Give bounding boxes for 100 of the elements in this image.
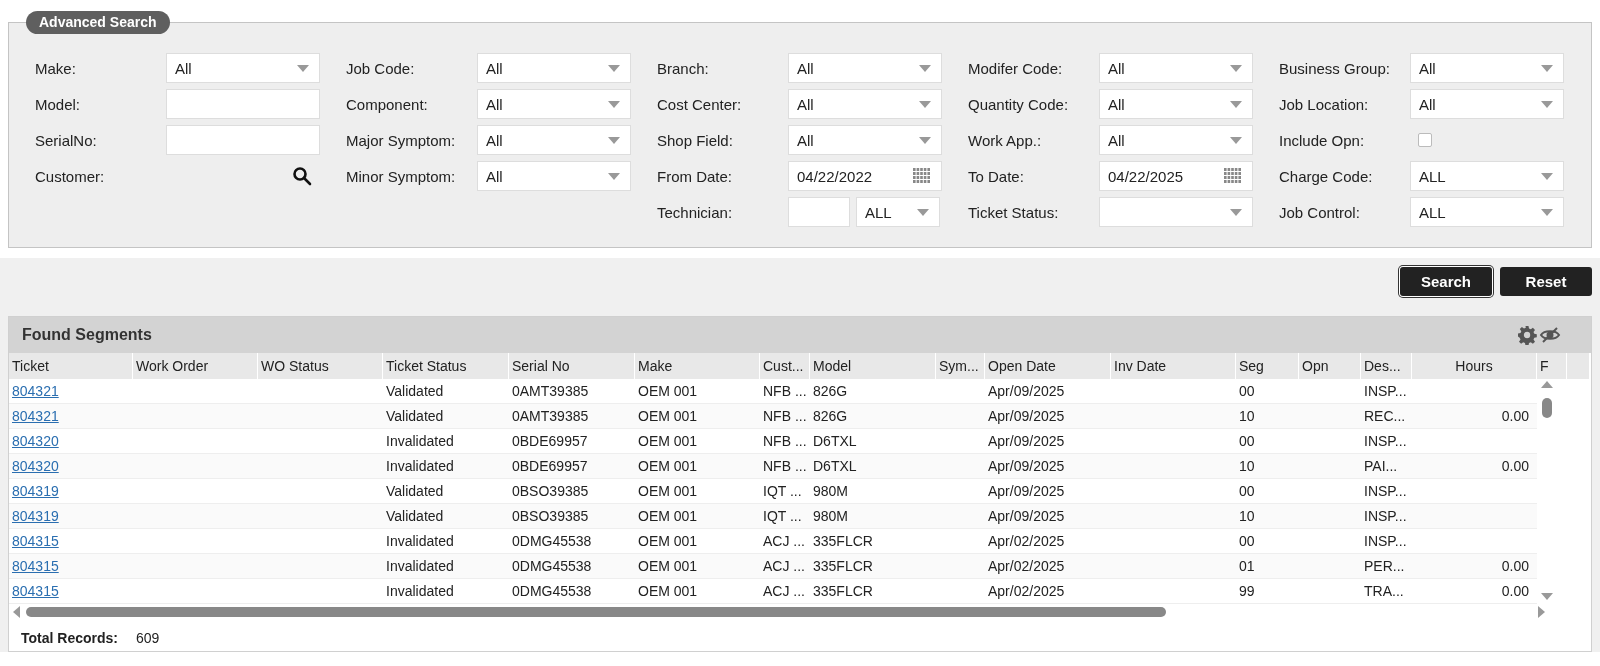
dropdown[interactable]: All: [788, 125, 942, 155]
caret-icon: [608, 136, 620, 144]
settings-icon[interactable]: [1517, 325, 1537, 345]
scroll-right-icon[interactable]: [1538, 606, 1545, 618]
search-icon[interactable]: [292, 166, 312, 186]
ticket-link[interactable]: 804320: [12, 433, 59, 449]
table-cell-text: ACJ ...: [762, 582, 806, 601]
table-cell-text: INSP...: [1363, 382, 1408, 401]
ticket-link[interactable]: 804315: [12, 558, 59, 574]
dropdown[interactable]: All: [788, 89, 942, 119]
table-cell-text: 00: [1238, 382, 1256, 401]
scroll-down-icon[interactable]: [1541, 593, 1553, 600]
field-label: Shop Field:: [657, 130, 734, 150]
ticket-link[interactable]: 804319: [12, 508, 59, 524]
table-cell-text: 0DMG45538: [511, 532, 593, 551]
table-cell-text: INSP...: [1363, 482, 1408, 501]
field-label: Work App.:: [968, 130, 1043, 150]
column-header[interactable]: Open Date: [985, 353, 1111, 379]
column-header[interactable]: Cust...: [760, 353, 810, 379]
ticket-link[interactable]: 804320: [12, 458, 59, 474]
ticket-link[interactable]: 804315: [12, 533, 59, 549]
scrollbar-thumb[interactable]: [1542, 398, 1552, 418]
dropdown[interactable]: All: [1099, 53, 1253, 83]
caret-icon: [1230, 208, 1242, 216]
input-field[interactable]: [788, 197, 850, 227]
field-label: Make:: [35, 58, 77, 78]
dropdown[interactable]: ALL: [856, 197, 940, 227]
input-field[interactable]: [166, 125, 320, 155]
dropdown[interactable]: ALL: [1410, 161, 1564, 191]
table-cell-text: 0.00: [1500, 407, 1530, 426]
dropdown[interactable]: ALL: [1410, 197, 1564, 227]
column-header[interactable]: Hours: [1412, 353, 1537, 379]
field-label: Quantity Code:: [968, 94, 1070, 114]
input-field[interactable]: [166, 89, 320, 119]
caret-icon: [919, 64, 931, 72]
ticket-link[interactable]: 804319: [12, 483, 59, 499]
calendar-icon[interactable]: [1224, 168, 1242, 184]
column-header[interactable]: Work Order: [133, 353, 258, 379]
dropdown[interactable]: All: [477, 89, 631, 119]
dropdown[interactable]: All: [477, 161, 631, 191]
scroll-left-icon[interactable]: [13, 606, 20, 618]
field-label: Ticket Status:: [968, 202, 1060, 222]
table-cell-text: 99: [1238, 582, 1256, 601]
column-header[interactable]: F: [1537, 353, 1567, 379]
caret-icon: [1541, 100, 1553, 108]
table-cell-text: 0.00: [1500, 457, 1530, 476]
table-cell-text: NFB ...: [762, 382, 808, 401]
table-cell-text: 00: [1238, 432, 1256, 451]
column-header[interactable]: Ticket: [9, 353, 133, 379]
caret-icon: [1541, 172, 1553, 180]
scrollbar-thumb[interactable]: [26, 607, 1166, 617]
column-header[interactable]: Sym...: [936, 353, 985, 379]
scroll-up-icon[interactable]: [1541, 381, 1553, 388]
table-cell-text: OEM 001: [637, 532, 699, 551]
field-label: Cost Center:: [657, 94, 743, 114]
dropdown[interactable]: All: [166, 53, 320, 83]
column-header[interactable]: Seg: [1236, 353, 1299, 379]
calendar-icon[interactable]: [913, 168, 931, 184]
column-header[interactable]: Ticket Status: [383, 353, 509, 379]
field-label: Branch:: [657, 58, 710, 78]
column-header[interactable]: Opn: [1299, 353, 1361, 379]
column-header[interactable]: Des...: [1361, 353, 1412, 379]
column-header[interactable]: Inv Date: [1111, 353, 1236, 379]
ticket-link[interactable]: 804321: [12, 408, 59, 424]
column-header[interactable]: Make: [635, 353, 760, 379]
table-cell-text: 0BDE69957: [511, 432, 589, 451]
table-cell-text: 335FLCR: [812, 582, 874, 601]
dropdown[interactable]: All: [1410, 89, 1564, 119]
ticket-link[interactable]: 804321: [12, 383, 59, 399]
table-cell-text: OEM 001: [637, 432, 699, 451]
table-cell-text: NFB ...: [762, 407, 808, 426]
table-cell-text: 335FLCR: [812, 557, 874, 576]
table-cell-text: Apr/09/2025: [987, 507, 1066, 526]
checkbox[interactable]: [1418, 133, 1432, 147]
date-field[interactable]: 04/22/2025: [1099, 161, 1253, 191]
ticket-link[interactable]: 804315: [12, 583, 59, 599]
dropdown[interactable]: All: [1099, 89, 1253, 119]
column-header[interactable]: WO Status: [258, 353, 383, 379]
field-label: Modifer Code:: [968, 58, 1064, 78]
dropdown[interactable]: All: [1410, 53, 1564, 83]
dropdown[interactable]: All: [788, 53, 942, 83]
table-cell-text: INSP...: [1363, 532, 1408, 551]
field-label: Technician:: [657, 202, 734, 222]
dropdown[interactable]: All: [1099, 125, 1253, 155]
search-button[interactable]: Search: [1400, 266, 1492, 296]
table-cell-text: Apr/09/2025: [987, 457, 1066, 476]
eye-slash-icon[interactable]: [1539, 326, 1561, 344]
column-header[interactable]: Model: [810, 353, 936, 379]
reset-button[interactable]: Reset: [1500, 266, 1592, 296]
caret-icon: [1541, 208, 1553, 216]
table-cell-text: ACJ ...: [762, 557, 806, 576]
date-field[interactable]: 04/22/2022: [788, 161, 942, 191]
dropdown[interactable]: All: [477, 53, 631, 83]
table-cell-text: TRA...: [1363, 582, 1405, 601]
field-label: To Date:: [968, 166, 1025, 186]
table-cell-text: NFB ...: [762, 457, 808, 476]
table-cell-text: 0.00: [1500, 557, 1530, 576]
column-header[interactable]: Serial No: [509, 353, 635, 379]
table-cell-text: 0BSO39385: [511, 507, 590, 526]
dropdown[interactable]: All: [477, 125, 631, 155]
